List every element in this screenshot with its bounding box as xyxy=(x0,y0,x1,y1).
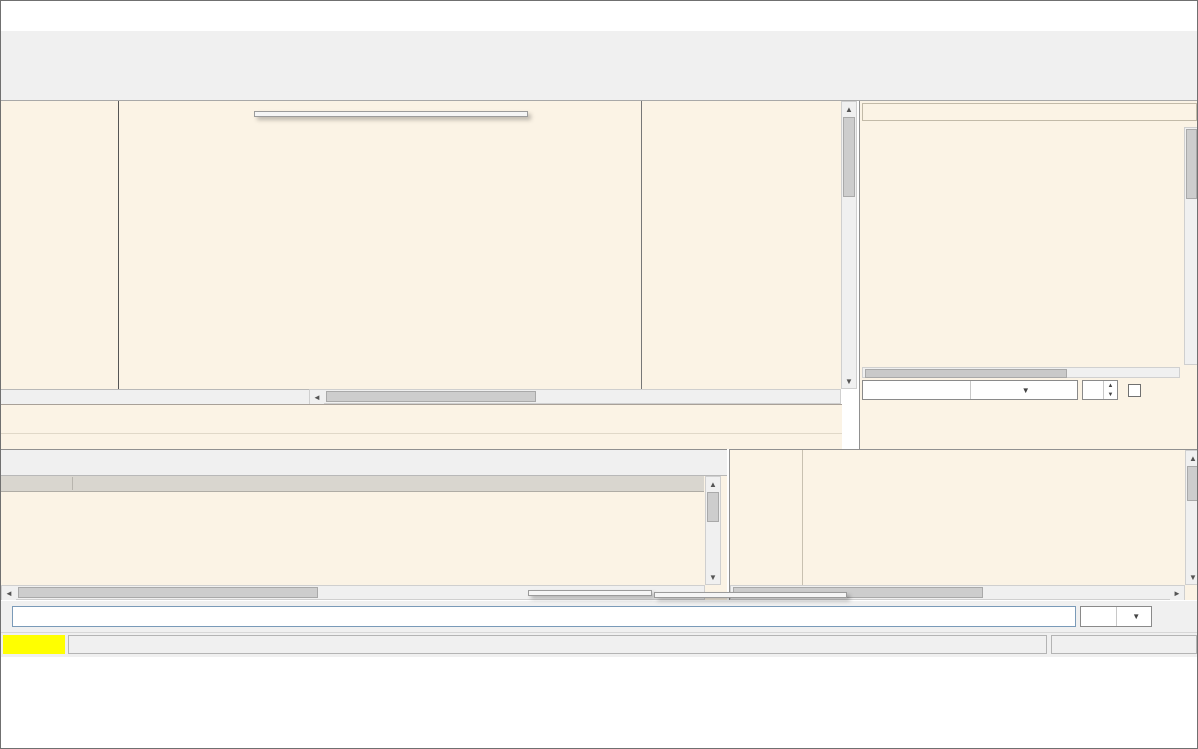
title-bar xyxy=(1,1,1197,31)
spin-down-icon[interactable]: ▼ xyxy=(1103,390,1117,399)
disasm-vscrollbar[interactable]: ▲ ▼ xyxy=(841,101,857,389)
calling-convention-select[interactable]: ▼ xyxy=(862,380,1078,400)
stack-vscrollbar[interactable]: ▲ ▼ xyxy=(1185,450,1198,585)
scroll-left-icon[interactable]: ◄ xyxy=(310,390,324,404)
dump-pane[interactable]: ▲ ▼ ◄ xyxy=(1,449,727,600)
context-menu xyxy=(254,111,528,117)
chevron-down-icon: ▼ xyxy=(1116,607,1152,626)
search-submenu xyxy=(528,590,652,596)
paused-badge xyxy=(3,635,65,654)
view-tab-bar xyxy=(1,80,1197,101)
disasm-status-line xyxy=(1,433,842,449)
command-input[interactable] xyxy=(12,606,1076,627)
status-bar xyxy=(1,632,1197,657)
disassembly-pane[interactable] xyxy=(1,101,842,389)
stack-pane[interactable]: ▲ ▼ ► xyxy=(729,449,1198,600)
dump-tab-bar xyxy=(1,450,727,476)
close-button[interactable] xyxy=(1151,1,1195,31)
registers-hscrollbar[interactable] xyxy=(862,367,1180,378)
scroll-up-icon[interactable]: ▲ xyxy=(1186,451,1198,465)
scroll-left-icon[interactable]: ◄ xyxy=(2,586,16,600)
spin-up-icon[interactable]: ▲ xyxy=(1103,381,1117,390)
command-scope-select[interactable]: ▼ xyxy=(1080,606,1152,627)
current-region-submenu xyxy=(654,592,847,598)
scroll-down-icon[interactable]: ▼ xyxy=(842,374,856,388)
disasm-hscrollbar[interactable]: ◄ xyxy=(309,389,841,404)
toolbar xyxy=(1,54,1197,80)
hide-fpu-button[interactable] xyxy=(862,103,1197,121)
unlock-checkbox[interactable] xyxy=(1128,384,1141,397)
status-message xyxy=(68,635,1047,654)
dump-vscrollbar[interactable]: ▲ ▼ xyxy=(705,476,721,585)
scroll-right-icon[interactable]: ► xyxy=(1170,586,1184,600)
scroll-up-icon[interactable]: ▲ xyxy=(842,102,856,116)
debug-time xyxy=(1051,635,1197,654)
command-bar: ▼ xyxy=(1,601,1197,632)
scroll-down-icon[interactable]: ▼ xyxy=(706,570,720,584)
registers-pane[interactable]: ▼ ▲ ▼ xyxy=(859,101,1198,449)
scroll-down-icon[interactable]: ▼ xyxy=(1186,570,1198,584)
arg-depth-stepper[interactable]: ▲ ▼ xyxy=(1082,380,1118,400)
info-pane xyxy=(1,404,842,433)
scroll-up-icon[interactable]: ▲ xyxy=(706,477,720,491)
dump-header xyxy=(1,476,704,492)
registers-vscrollbar[interactable] xyxy=(1184,127,1198,365)
maximize-button[interactable] xyxy=(1107,1,1151,31)
menu-bar xyxy=(1,31,1197,54)
stack-rows[interactable] xyxy=(732,453,1184,585)
dump-rows[interactable] xyxy=(1,493,704,585)
x32dbg-window: ▲ ▼ ◄ ▼ ▲ ▼ xyxy=(0,0,1198,749)
app-bug-icon xyxy=(9,8,25,24)
minimize-button[interactable] xyxy=(1063,1,1107,31)
chevron-down-icon: ▼ xyxy=(970,381,1078,399)
